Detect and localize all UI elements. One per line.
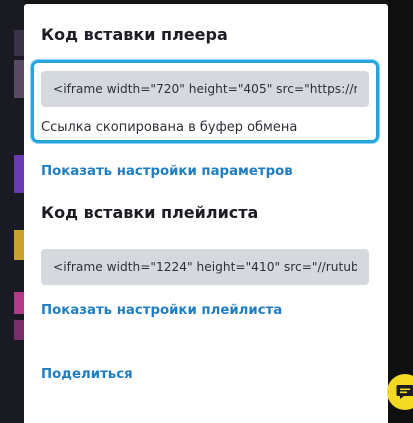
player-embed-title: Код вставки плеера	[41, 25, 228, 44]
background-thumbnail	[14, 155, 24, 193]
show-player-settings-link[interactable]: Показать настройки параметров	[41, 164, 293, 179]
share-link[interactable]: Поделиться	[41, 367, 133, 382]
background-thumbnail	[14, 292, 24, 314]
background-thumbnail	[14, 60, 24, 98]
background-page	[0, 0, 24, 423]
chat-bubble-icon	[396, 385, 413, 399]
playlist-embed-code-field[interactable]	[41, 249, 369, 285]
copied-confirmation: Ссылка скопирована в буфер обмена	[41, 120, 298, 135]
embed-code-modal: Код вставки плеера Ссылка скопирована в …	[24, 4, 388, 423]
show-playlist-settings-link[interactable]: Показать настройки плейлиста	[41, 303, 282, 318]
background-thumbnail	[14, 320, 24, 340]
background-thumbnail	[14, 230, 24, 260]
background-thumbnail	[14, 30, 24, 56]
player-embed-code-field[interactable]	[41, 71, 369, 107]
playlist-embed-title: Код вставки плейлиста	[41, 203, 259, 222]
background-page-right	[388, 0, 413, 423]
